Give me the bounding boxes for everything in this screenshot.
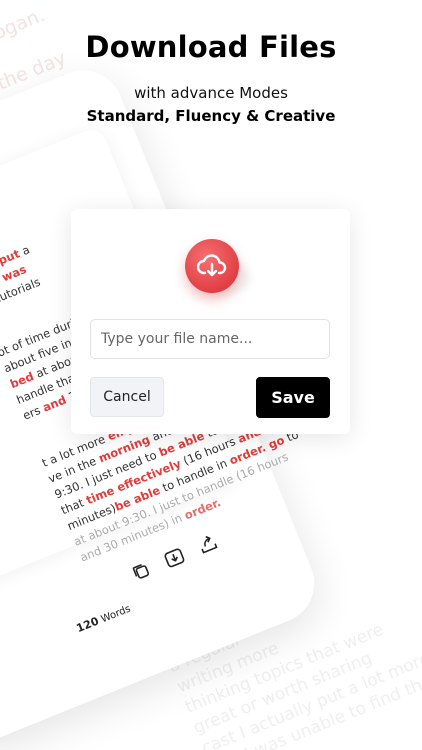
- page-subtitle: with advance Modes: [134, 84, 288, 102]
- save-file-dialog: Cancel Save: [71, 209, 350, 434]
- file-name-input[interactable]: [90, 319, 330, 359]
- copy-icon[interactable]: [127, 557, 156, 586]
- word-count: 120 Words: [74, 602, 133, 636]
- cancel-button[interactable]: Cancel: [90, 377, 164, 417]
- word-count-number: 120: [74, 614, 101, 636]
- download-cloud-icon: [185, 239, 239, 293]
- share-icon[interactable]: [193, 530, 222, 559]
- download-icon-badge: [185, 239, 251, 295]
- download-icon[interactable]: [160, 544, 189, 573]
- page-title: Download Files: [85, 30, 337, 64]
- word-count-label: Words: [99, 603, 133, 626]
- save-button[interactable]: Save: [256, 377, 330, 418]
- page-modes: Standard, Fluency & Creative: [86, 107, 336, 125]
